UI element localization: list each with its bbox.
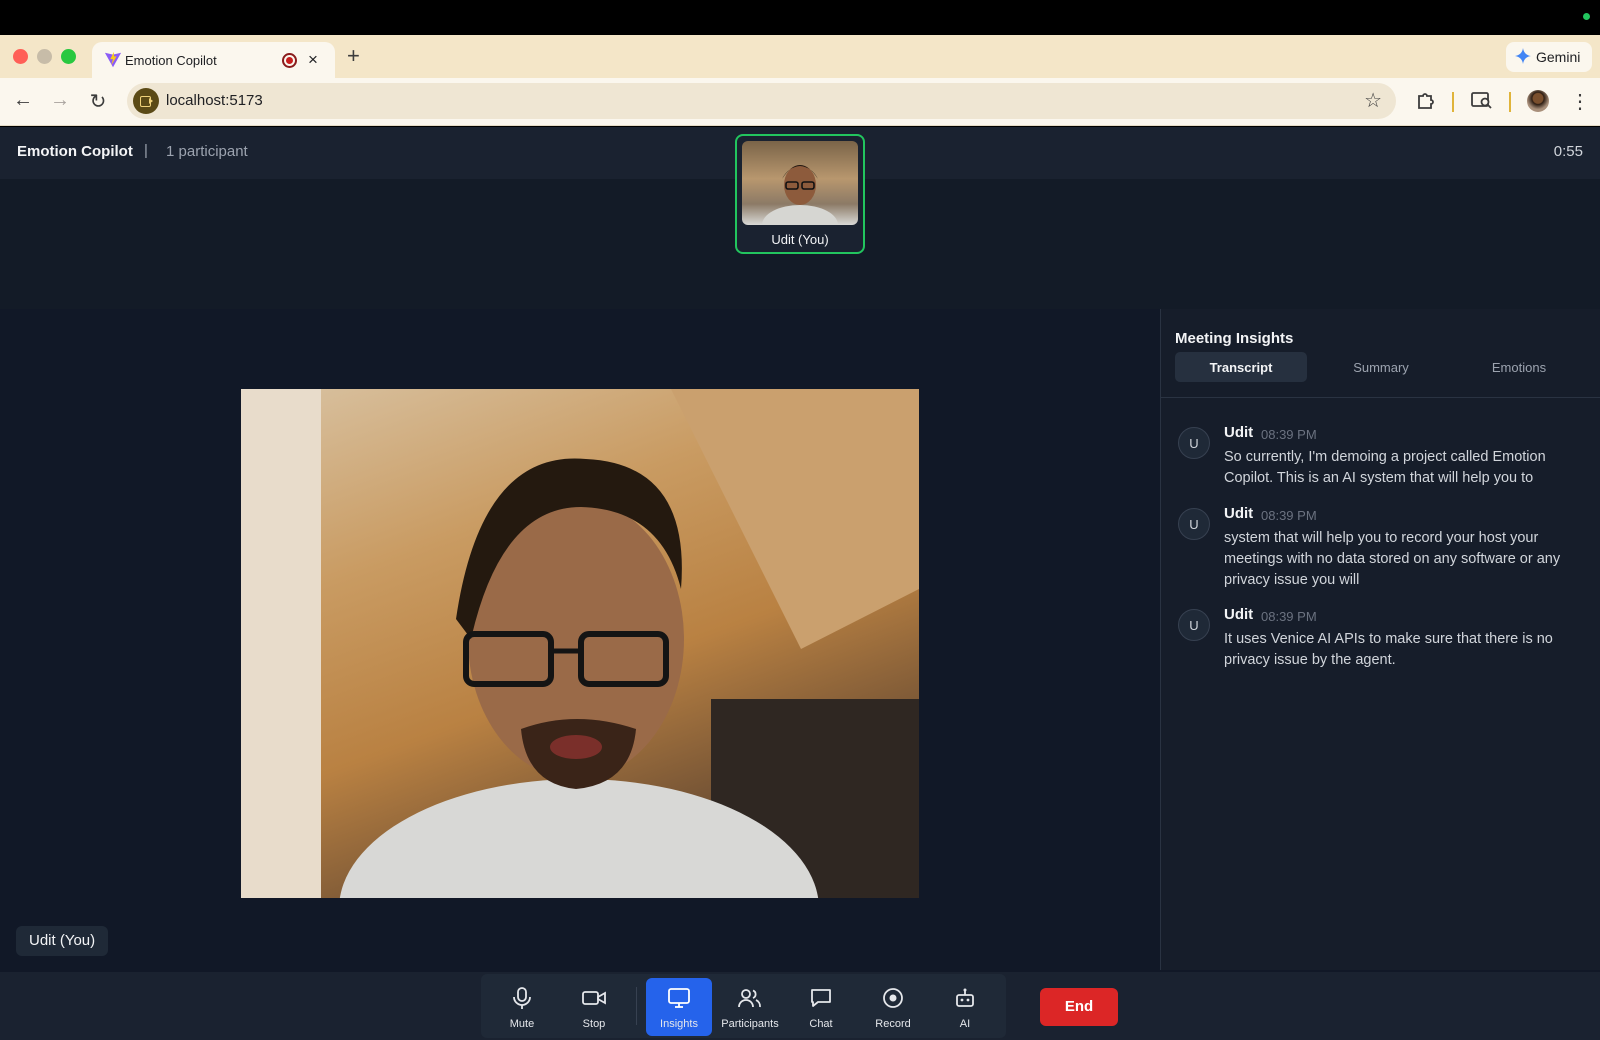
video-camera-icon	[582, 991, 606, 1005]
call-controls-bar: Mute Stop Insights Participants Chat Rec…	[0, 972, 1600, 1040]
ai-button[interactable]: AI	[932, 978, 998, 1036]
macos-menu-bar	[0, 0, 1600, 35]
toolbar-divider	[1509, 92, 1511, 112]
chat-button[interactable]: Chat	[788, 978, 854, 1036]
site-info-icon[interactable]	[133, 88, 159, 114]
panel-title: Meeting Insights	[1175, 330, 1294, 347]
camera-indicator-icon	[1583, 13, 1590, 20]
tab-emotions[interactable]: Emotions	[1453, 352, 1585, 382]
record-label: Record	[875, 1018, 911, 1030]
monitor-icon	[668, 988, 690, 1008]
message-time: 08:39 PM	[1261, 508, 1317, 523]
participants-button[interactable]: Participants	[717, 978, 783, 1036]
insights-button[interactable]: Insights	[646, 978, 712, 1036]
toolbar-divider	[1452, 92, 1454, 112]
browser-toolbar: ← → ↻ localhost:5173 ☆ ⋮	[0, 78, 1600, 126]
profile-avatar[interactable]	[1527, 90, 1549, 112]
tab-close-icon[interactable]: ×	[308, 50, 318, 70]
tab-recording-icon	[282, 53, 297, 68]
browser-tab-strip: Emotion Copilot × + Gemini	[0, 35, 1600, 78]
speaker-name: Udit	[1224, 505, 1254, 522]
gemini-label: Gemini	[1536, 49, 1581, 65]
thumbnail-video	[742, 141, 858, 225]
record-icon	[883, 988, 903, 1008]
speaker-name: Udit	[1224, 606, 1254, 623]
tab-search-icon[interactable]	[1470, 88, 1494, 112]
participant-count: 1 participant	[166, 143, 248, 160]
browser-tab[interactable]: Emotion Copilot ×	[92, 42, 335, 78]
stage-name-label: Udit (You)	[16, 926, 109, 956]
forward-arrow-icon[interactable]: →	[48, 89, 72, 112]
microphone-icon	[513, 987, 531, 1009]
app-title: Emotion Copilot	[17, 143, 133, 160]
message-text: It uses Venice AI APIs to make sure that…	[1224, 631, 1553, 668]
speaker-video-icon	[241, 389, 919, 898]
mute-label: Mute	[509, 1018, 535, 1030]
end-call-button[interactable]: End	[1040, 988, 1118, 1026]
address-bar[interactable]: localhost:5173 ☆	[127, 83, 1396, 119]
mute-button[interactable]: Mute	[489, 978, 555, 1036]
transcript-item: U Udit 08:39 PM It uses Venice AI APIs t…	[1178, 606, 1588, 679]
reload-icon[interactable]: ↻	[86, 89, 110, 114]
window-minimize-button[interactable]	[37, 49, 52, 64]
insights-label: Insights	[660, 1018, 698, 1030]
meeting-insights-panel: Meeting Insights Transcript Summary Emot…	[1160, 309, 1600, 970]
participants-label: Participants	[721, 1018, 779, 1030]
back-arrow-icon[interactable]: ←	[11, 89, 35, 112]
window-zoom-button[interactable]	[61, 49, 76, 64]
vite-logo-icon	[104, 51, 122, 68]
stop-video-button[interactable]: Stop	[561, 978, 627, 1036]
stop-label: Stop	[582, 1018, 606, 1030]
extensions-puzzle-icon[interactable]	[1414, 88, 1438, 112]
gemini-star-icon	[1515, 48, 1531, 64]
tab-title: Emotion Copilot	[125, 53, 217, 68]
message-time: 08:39 PM	[1261, 427, 1317, 442]
new-tab-button[interactable]: +	[347, 43, 360, 69]
people-icon	[738, 989, 761, 1008]
tab-summary[interactable]: Summary	[1315, 352, 1447, 382]
message-text: system that will help you to record your…	[1224, 530, 1561, 588]
speaker-name: Udit	[1224, 424, 1254, 441]
header-divider: |	[144, 142, 148, 159]
chat-bubble-icon	[811, 989, 831, 1007]
message-time: 08:39 PM	[1261, 609, 1317, 624]
bookmark-star-icon[interactable]: ☆	[1364, 88, 1382, 113]
record-button[interactable]: Record	[860, 978, 926, 1036]
tab-transcript[interactable]: Transcript	[1175, 352, 1307, 382]
call-timer: 0:55	[1553, 143, 1583, 160]
transcript-item: U Udit 08:39 PM system that will help yo…	[1178, 505, 1588, 598]
speaker-avatar: U	[1178, 609, 1210, 641]
chat-label: Chat	[809, 1018, 833, 1030]
window-close-button[interactable]	[13, 49, 28, 64]
robot-icon	[956, 988, 974, 1007]
ai-label: AI	[959, 1018, 971, 1030]
control-group: Mute Stop Insights Participants Chat Rec…	[481, 974, 1006, 1038]
insights-tabs: Transcript Summary Emotions	[1175, 352, 1587, 384]
speaker-avatar: U	[1178, 427, 1210, 459]
participant-thumbnail[interactable]: Udit (You)	[735, 134, 865, 254]
gemini-button[interactable]: Gemini	[1506, 42, 1592, 72]
panel-divider	[1161, 397, 1600, 398]
person-silhouette-icon	[762, 165, 838, 225]
speaker-avatar: U	[1178, 508, 1210, 540]
controls-divider	[636, 987, 637, 1025]
url-text[interactable]: localhost:5173	[166, 92, 263, 109]
more-menu-icon[interactable]: ⋮	[1568, 89, 1592, 114]
thumbnail-name: Udit (You)	[771, 232, 829, 247]
transcript-item: U Udit 08:39 PM So currently, I'm demoin…	[1178, 424, 1588, 497]
message-text: So currently, I'm demoing a project call…	[1224, 449, 1546, 486]
main-video-feed[interactable]	[241, 389, 919, 898]
